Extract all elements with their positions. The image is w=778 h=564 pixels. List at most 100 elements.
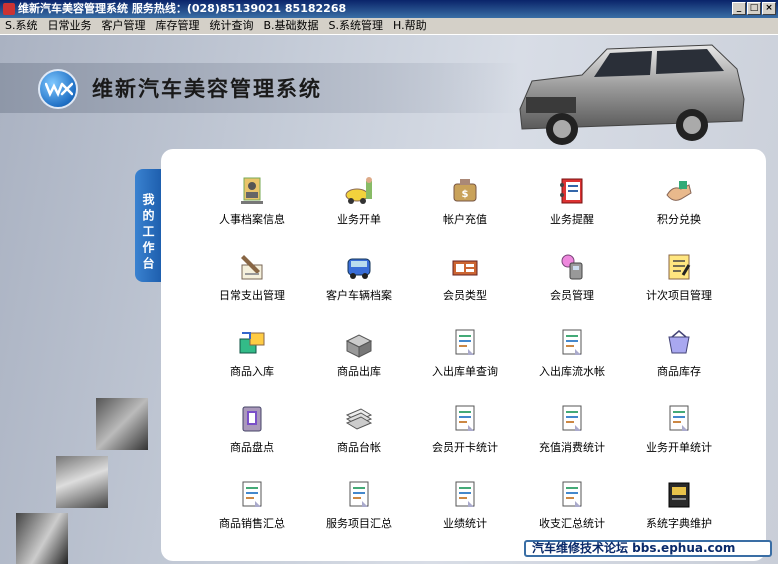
count-item-icon	[663, 251, 695, 283]
dictionary-book-icon	[663, 479, 695, 511]
goods-out-icon	[343, 327, 375, 359]
ledger-stack-icon	[343, 403, 375, 435]
document-icon	[449, 479, 481, 511]
tile-label: 收支汇总统计	[539, 517, 605, 530]
personnel-file-icon	[236, 175, 268, 207]
tile-label: 业务提醒	[550, 213, 594, 226]
function-tile[interactable]: 系统字典维护	[624, 469, 734, 539]
tile-label: 日常支出管理	[219, 289, 285, 302]
menu-base-data[interactable]: B.基础数据	[258, 18, 323, 34]
document-icon	[449, 403, 481, 435]
tile-label: 会员开卡统计	[432, 441, 498, 454]
title-bar: 维新汽车美容管理系统 服务热线：(028)85139021 85182268 _…	[0, 0, 778, 18]
document-icon	[236, 479, 268, 511]
expense-pen-icon	[236, 251, 268, 283]
menu-customer[interactable]: 客户管理	[96, 18, 150, 34]
close-button[interactable]: ×	[762, 2, 776, 15]
function-tile[interactable]: 会员类型	[410, 241, 520, 311]
function-tile[interactable]: 会员开卡统计	[410, 393, 520, 463]
money-bag-icon: $	[449, 175, 481, 207]
document-icon	[449, 327, 481, 359]
tile-label: 充值消费统计	[539, 441, 605, 454]
tile-label: 人事档案信息	[219, 213, 285, 226]
tile-label: 商品盘点	[230, 441, 274, 454]
function-tile[interactable]: 服务项目汇总	[304, 469, 414, 539]
car-order-icon	[343, 175, 375, 207]
window-controls: _ □ ×	[732, 2, 776, 15]
svg-text:$: $	[462, 189, 469, 200]
maximize-button[interactable]: □	[747, 2, 761, 15]
document-icon	[343, 479, 375, 511]
logo-icon	[38, 69, 78, 109]
tile-label: 商品入库	[230, 365, 274, 378]
window-title: 维新汽车美容管理系统 服务热线：(028)85139021 85182268	[18, 2, 347, 15]
app-icon[interactable]	[3, 3, 15, 15]
menu-help[interactable]: H.帮助	[388, 18, 432, 34]
function-tile[interactable]: 业务开单统计	[624, 393, 734, 463]
document-icon	[556, 403, 588, 435]
tile-label: 会员类型	[443, 289, 487, 302]
function-tile[interactable]: 商品入库	[197, 317, 307, 387]
tile-label: 会员管理	[550, 289, 594, 302]
tile-label: 入出库单查询	[432, 365, 498, 378]
function-tile[interactable]: 会员管理	[517, 241, 627, 311]
tile-label: 计次项目管理	[646, 289, 712, 302]
system-title: 维新汽车美容管理系统	[92, 77, 322, 101]
tile-label: 商品销售汇总	[219, 517, 285, 530]
function-tile[interactable]: 日常支出管理	[197, 241, 307, 311]
reminder-book-icon	[556, 175, 588, 207]
tile-label: 积分兑换	[657, 213, 701, 226]
car-side-thumbnail	[56, 456, 108, 508]
function-tile[interactable]: 商品库存	[624, 317, 734, 387]
function-tile[interactable]: $ 帐户充值	[410, 165, 520, 235]
function-tile[interactable]: 入出库流水帐	[517, 317, 627, 387]
function-tile[interactable]: 商品销售汇总	[197, 469, 307, 539]
vehicle-file-icon	[343, 251, 375, 283]
tile-label: 客户车辆档案	[326, 289, 392, 302]
function-tile[interactable]: 计次项目管理	[624, 241, 734, 311]
goods-in-icon	[236, 327, 268, 359]
function-tile[interactable]: 商品盘点	[197, 393, 307, 463]
menu-bar: S.系统 日常业务 客户管理 库存管理 统计查询 B.基础数据 S.系统管理 H.帮助	[0, 18, 778, 35]
menu-system-admin[interactable]: S.系统管理	[324, 18, 388, 34]
menu-statistics[interactable]: 统计查询	[204, 18, 258, 34]
car-front-thumbnail	[16, 513, 68, 564]
points-exchange-icon	[663, 175, 695, 207]
function-tile[interactable]: 入出库单查询	[410, 317, 520, 387]
my-workbench-tab[interactable]: 我的工作台	[135, 169, 161, 282]
function-tile[interactable]: 商品台帐	[304, 393, 414, 463]
tile-label: 业务开单	[337, 213, 381, 226]
tile-label: 服务项目汇总	[326, 517, 392, 530]
tile-label: 商品库存	[657, 365, 701, 378]
function-tile[interactable]: 商品出库	[304, 317, 414, 387]
menu-inventory[interactable]: 库存管理	[150, 18, 204, 34]
tile-label: 帐户充值	[443, 213, 487, 226]
tile-label: 商品台帐	[337, 441, 381, 454]
stock-basket-icon	[663, 327, 695, 359]
function-tile[interactable]: 人事档案信息	[197, 165, 307, 235]
tile-label: 系统字典维护	[646, 517, 712, 530]
function-tile[interactable]: 业务开单	[304, 165, 414, 235]
function-tile[interactable]: 业绩统计	[410, 469, 520, 539]
forum-link[interactable]: 汽车维修技术论坛 bbs.ephua.com	[524, 540, 772, 557]
minimize-button[interactable]: _	[732, 2, 746, 15]
menu-daily-business[interactable]: 日常业务	[42, 18, 96, 34]
tile-label: 商品出库	[337, 365, 381, 378]
main-area: 维新汽车美容管理系统 我的工作台 人事档案信息 业务开单 $ 帐户充值 业务提醒 积分兑换…	[0, 35, 778, 564]
function-tile[interactable]: 客户车辆档案	[304, 241, 414, 311]
tile-label: 业务开单统计	[646, 441, 712, 454]
menu-system[interactable]: S.系统	[0, 18, 42, 34]
tile-label: 业绩统计	[443, 517, 487, 530]
inventory-check-icon	[236, 403, 268, 435]
document-icon	[663, 403, 695, 435]
function-tile[interactable]: 充值消费统计	[517, 393, 627, 463]
function-tile[interactable]: 收支汇总统计	[517, 469, 627, 539]
document-icon	[556, 327, 588, 359]
member-type-icon	[449, 251, 481, 283]
car-interior-thumbnail	[96, 398, 148, 450]
function-tile[interactable]: 业务提醒	[517, 165, 627, 235]
function-tile[interactable]: 积分兑换	[624, 165, 734, 235]
tile-label: 入出库流水帐	[539, 365, 605, 378]
member-manage-icon	[556, 251, 588, 283]
suv-car-image	[519, 44, 745, 145]
